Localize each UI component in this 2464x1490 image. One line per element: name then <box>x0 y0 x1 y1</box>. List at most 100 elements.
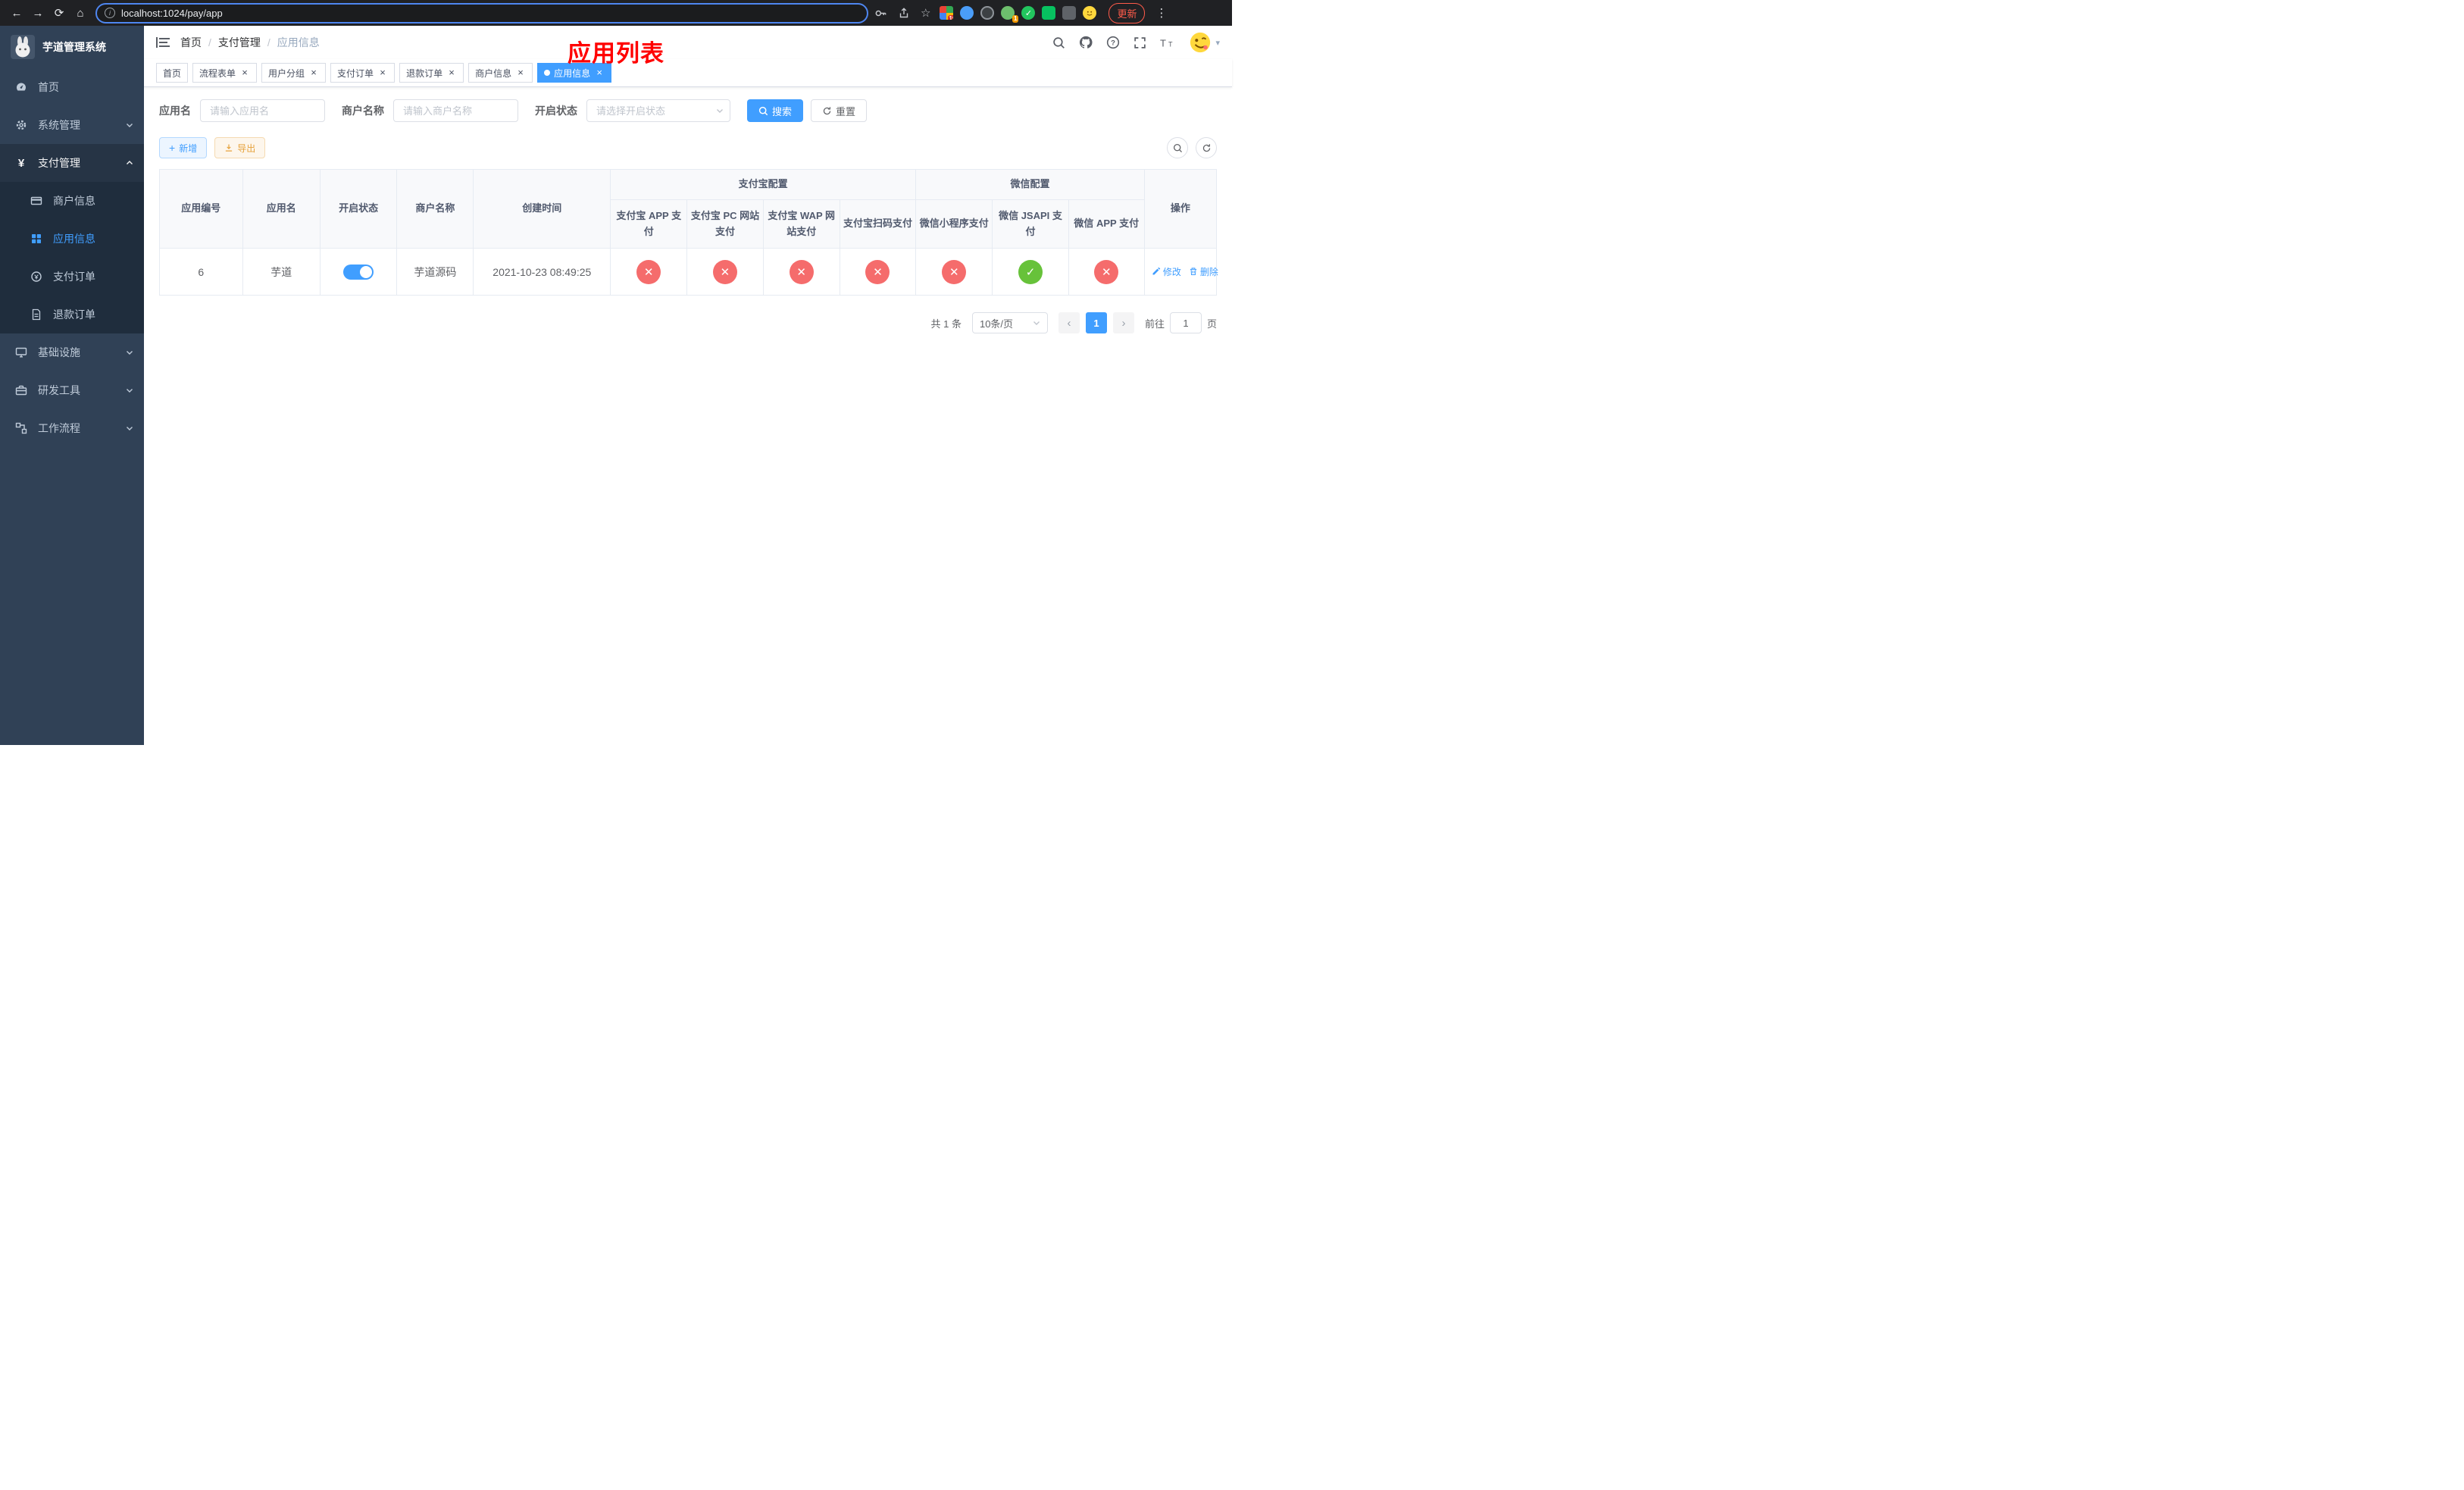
sidebar-item-label: 研发工具 <box>38 384 80 396</box>
breadcrumb-home[interactable]: 首页 <box>180 35 202 50</box>
sidebar-toggle-icon[interactable] <box>156 36 170 49</box>
pay-order-icon <box>30 271 42 283</box>
search-button[interactable]: 搜索 <box>747 99 804 122</box>
tab-app-info[interactable]: 应用信息 × <box>537 63 612 83</box>
sidebar-item-system[interactable]: 系统管理 <box>0 106 144 144</box>
tab-label: 首页 <box>163 67 182 79</box>
col-alipay-wap: 支付宝 WAP 网站支付 <box>762 199 840 249</box>
download-icon <box>226 144 233 152</box>
browser-forward-icon[interactable]: → <box>29 4 47 22</box>
close-icon[interactable]: × <box>377 67 388 78</box>
svg-text:?: ? <box>1112 39 1116 47</box>
edit-button[interactable]: 修改 <box>1152 265 1181 278</box>
export-button[interactable]: 导出 <box>214 137 266 158</box>
col-merchant: 商户名称 <box>396 169 474 249</box>
next-page-button[interactable]: › <box>1112 312 1134 333</box>
card-icon <box>30 195 42 207</box>
close-icon[interactable]: × <box>446 67 457 78</box>
page-1-button[interactable]: 1 <box>1085 312 1107 333</box>
sidebar-item-workflow[interactable]: 工作流程 <box>0 409 144 447</box>
status-select[interactable] <box>586 99 730 122</box>
chevron-down-icon <box>126 424 133 432</box>
extension-emoji-icon[interactable] <box>1083 6 1097 20</box>
cell-merchant: 芋道源码 <box>396 248 474 296</box>
sidebar-item-home[interactable]: 首页 <box>0 68 144 106</box>
tab-user-group[interactable]: 用户分组 × <box>261 63 327 83</box>
browser-home-icon[interactable]: ⌂ <box>71 4 89 22</box>
goto-page-input[interactable] <box>1169 312 1202 333</box>
help-icon[interactable]: ? <box>1106 36 1120 49</box>
site-info-icon[interactable]: i <box>105 8 115 18</box>
sidebar-item-merchant-info[interactable]: 商户信息 <box>0 182 144 220</box>
toggle-knob <box>360 265 373 278</box>
toggle-search-button[interactable] <box>1167 137 1188 158</box>
close-icon[interactable]: × <box>594 67 605 78</box>
reset-button[interactable]: 重置 <box>811 99 868 122</box>
extension-dark-circle-icon[interactable] <box>980 6 995 20</box>
merchant-name-input[interactable] <box>393 99 518 122</box>
address-bar[interactable]: i localhost:1024/pay/app <box>95 2 868 23</box>
tab-merchant-info[interactable]: 商户信息 × <box>468 63 533 83</box>
fullscreen-icon[interactable] <box>1134 36 1146 49</box>
sidebar-item-dev-tools[interactable]: 研发工具 <box>0 371 144 409</box>
tab-process-form[interactable]: 流程表单 × <box>192 63 258 83</box>
sidebar-item-infrastructure[interactable]: 基础设施 <box>0 333 144 371</box>
extension-blue-icon[interactable] <box>960 6 974 20</box>
extension-blocky-icon[interactable]: 10 <box>940 6 954 20</box>
delete-button[interactable]: 删除 <box>1189 265 1218 278</box>
yen-icon: ¥ <box>17 156 25 170</box>
refresh-table-button[interactable] <box>1196 137 1217 158</box>
add-button[interactable]: + 新增 <box>159 137 208 158</box>
tab-refund-order[interactable]: 退款订单 × <box>399 63 464 83</box>
close-icon[interactable]: × <box>515 67 526 78</box>
group-wechat-config: 微信配置 <box>915 169 1145 200</box>
header-search-icon[interactable] <box>1052 36 1065 49</box>
goto-label: 前往 <box>1144 318 1165 330</box>
browser-refresh-icon[interactable]: ⟳ <box>50 4 68 22</box>
sidebar-item-label: 支付管理 <box>38 157 80 169</box>
sidebar-item-app-info[interactable]: 应用信息 <box>0 220 144 258</box>
share-icon[interactable] <box>898 7 910 19</box>
monitor-icon <box>15 346 27 358</box>
user-menu[interactable]: ▾ <box>1189 31 1220 54</box>
breadcrumb-separator: / <box>208 36 211 49</box>
extension-badge: 10 <box>947 15 954 20</box>
extension-puzzle-icon[interactable] <box>1062 6 1077 20</box>
tab-home[interactable]: 首页 <box>156 63 189 83</box>
extension-avatar-icon[interactable]: 1 <box>1001 6 1019 23</box>
search-icon <box>1173 143 1182 152</box>
chevron-down-icon <box>1033 321 1040 325</box>
browser-menu-icon[interactable]: ⋮ <box>1155 6 1168 20</box>
page-content: 应用名 商户名称 开启状态 <box>144 87 1232 745</box>
sidebar: 芋道管理系统 首页 系统管理 ¥ 支付管理 商户信息 应用信息 支付订单 退款订… <box>0 26 144 745</box>
sidebar-item-label: 应用信息 <box>53 233 95 245</box>
app-name-input[interactable] <box>200 99 325 122</box>
browser-update-button[interactable]: 更新 <box>1108 2 1146 23</box>
cell-created: 2021-10-23 08:49:25 <box>473 248 611 296</box>
refresh-icon <box>823 106 831 114</box>
app-logo <box>11 35 35 59</box>
browser-back-icon[interactable]: ← <box>8 4 26 22</box>
sidebar-item-payment[interactable]: ¥ 支付管理 <box>0 144 144 182</box>
github-icon[interactable] <box>1079 36 1093 49</box>
tab-pay-order[interactable]: 支付订单 × <box>330 63 396 83</box>
breadcrumb-payment[interactable]: 支付管理 <box>218 35 261 50</box>
extensions-area: 10 1 ✓ <box>940 6 1097 23</box>
sidebar-item-pay-order[interactable]: 支付订单 <box>0 258 144 296</box>
app-logo-row[interactable]: 芋道管理系统 <box>0 26 144 68</box>
tab-label: 商户信息 <box>475 67 512 79</box>
page-size-select[interactable]: 10条/页 <box>971 312 1048 333</box>
bookmark-star-icon[interactable]: ☆ <box>921 6 930 20</box>
extension-green-check-icon[interactable]: ✓ <box>1021 6 1036 20</box>
sidebar-item-refund-order[interactable]: 退款订单 <box>0 296 144 333</box>
font-size-icon[interactable]: TT <box>1160 37 1175 49</box>
close-icon[interactable]: × <box>308 67 319 78</box>
prev-page-button[interactable]: ‹ <box>1058 312 1080 333</box>
sidebar-item-label: 商户信息 <box>53 195 95 207</box>
password-key-icon[interactable] <box>874 7 887 20</box>
close-icon[interactable]: × <box>239 67 250 78</box>
alipay-wap-status-icon <box>789 259 814 284</box>
extension-wechat-icon[interactable] <box>1042 6 1056 20</box>
plus-icon: + <box>169 142 176 154</box>
status-toggle[interactable] <box>343 264 374 280</box>
